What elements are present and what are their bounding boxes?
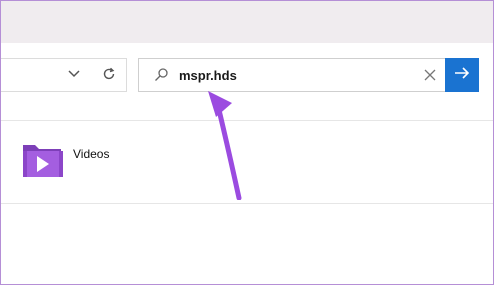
arrow-right-icon [454, 66, 470, 85]
list-item-videos[interactable]: Videos [21, 139, 141, 179]
chevron-down-icon[interactable] [67, 67, 81, 81]
search-box[interactable] [138, 58, 450, 92]
search-icon [153, 67, 169, 83]
annotation-arrow-icon [208, 91, 242, 200]
refresh-icon[interactable] [101, 66, 117, 82]
video-folder-icon [21, 141, 65, 179]
empty-area [1, 204, 493, 284]
search-go-button[interactable] [445, 58, 479, 92]
item-label: Videos [73, 147, 110, 161]
clear-search-icon[interactable] [423, 68, 437, 82]
address-bar[interactable] [1, 58, 127, 92]
title-bar [1, 1, 493, 43]
